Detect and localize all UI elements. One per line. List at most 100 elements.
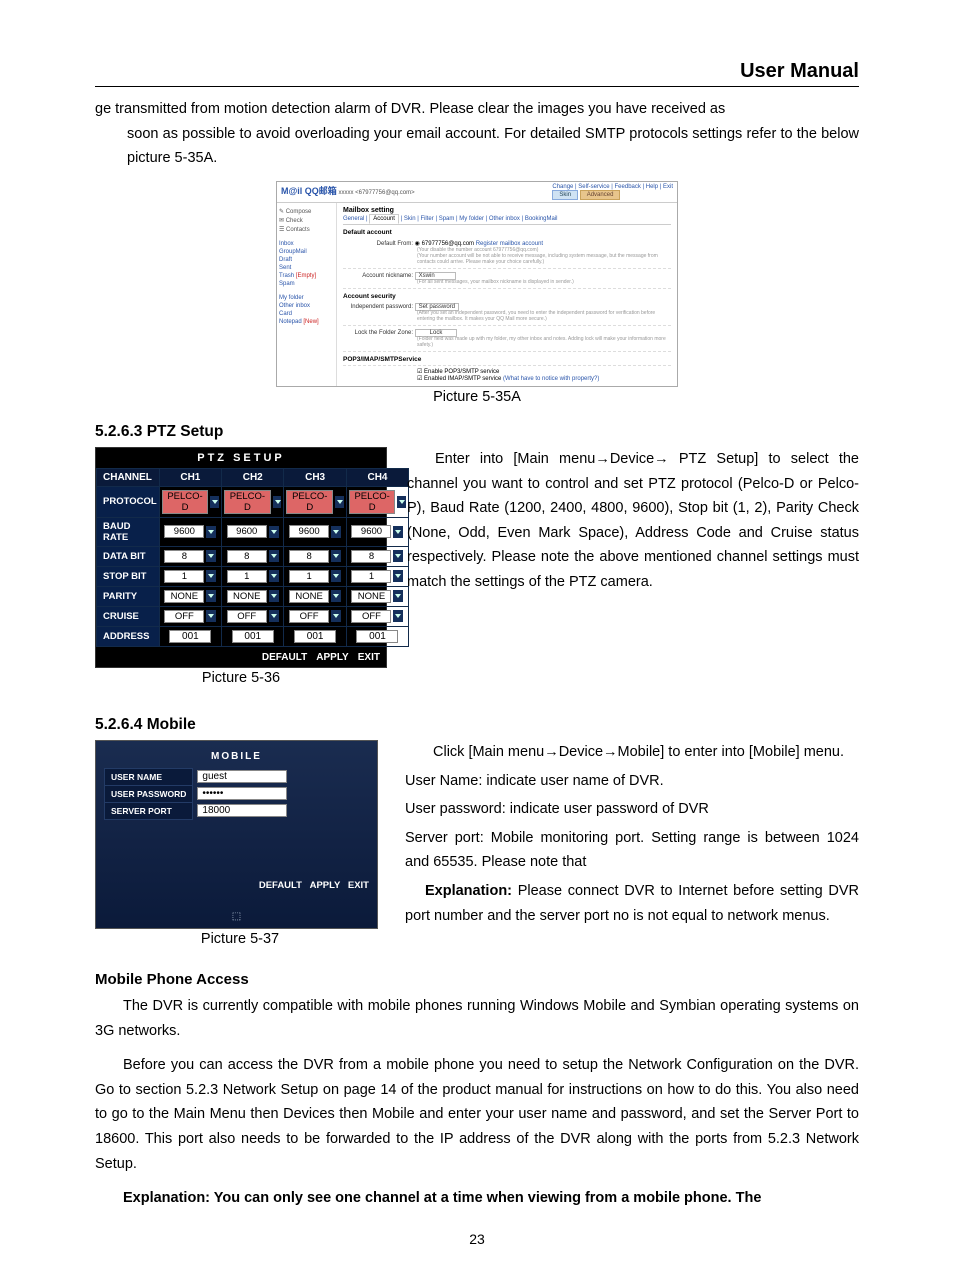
ptz-row-databit: DATA BIT — [97, 546, 160, 566]
check-link[interactable]: Check — [286, 218, 303, 224]
lock-folder-label: Lock the Folder Zone: — [343, 330, 413, 336]
address-ch1[interactable]: 001 — [169, 630, 211, 643]
protocol-ch2[interactable]: PELCO-D — [224, 490, 281, 514]
draft-link[interactable]: Draft — [279, 257, 334, 263]
trash-empty[interactable]: [Empty] — [296, 273, 316, 279]
mob-exit-button[interactable]: EXIT — [348, 880, 369, 891]
notepad-new[interactable]: [New] — [303, 319, 318, 325]
stopbit-ch1[interactable]: 1 — [162, 570, 219, 583]
contacts-link[interactable]: Contacts — [286, 227, 310, 233]
mob-apply-button[interactable]: APPLY — [310, 880, 341, 891]
mailbox-setting-title: Mailbox setting — [343, 207, 671, 214]
databit-ch4[interactable]: 8 — [349, 550, 406, 563]
ptz-row-parity: PARITY — [97, 586, 160, 606]
parity-ch3[interactable]: NONE — [286, 590, 343, 603]
mob-username-field[interactable] — [197, 770, 287, 783]
mob-port-label: SERVER PORT — [105, 802, 193, 819]
ptz-ch2: CH2 — [222, 468, 284, 486]
mob-username-label: USER NAME — [105, 768, 193, 785]
default-account-h: Default account — [343, 229, 671, 236]
address-ch4[interactable]: 001 — [356, 630, 398, 643]
parity-ch1[interactable]: NONE — [162, 590, 219, 603]
ptz-ch1: CH1 — [159, 468, 221, 486]
stopbit-ch4[interactable]: 1 — [349, 570, 406, 583]
mail-user: xxxxx <67977756@qq.com> — [338, 190, 414, 196]
ptz-default-button[interactable]: DEFAULT — [262, 652, 307, 663]
databit-ch1[interactable]: 8 — [162, 550, 219, 563]
access-p3: Explanation: You can only see one channe… — [95, 1186, 859, 1211]
protocol-ch1[interactable]: PELCO-D — [162, 490, 219, 514]
account-security-h: Account security — [343, 293, 671, 300]
intro-line2: soon as possible to avoid overloading yo… — [95, 122, 859, 171]
parity-ch2[interactable]: NONE — [224, 590, 281, 603]
mail-logo: M@il QQ邮箱 — [281, 186, 337, 196]
compose-link[interactable]: Compose — [286, 209, 312, 215]
ptz-body: Enter into [Main menu→Device→ PTZ Setup]… — [407, 447, 859, 595]
cruise-ch4[interactable]: OFF — [349, 610, 406, 623]
mob-default-button[interactable]: DEFAULT — [259, 880, 302, 891]
mobile-explanation: Explanation: Please connect DVR to Inter… — [405, 879, 859, 928]
mob-port-field[interactable] — [197, 804, 287, 817]
pop-help-link[interactable]: (What have to notice with property?) — [503, 376, 599, 382]
parity-ch4[interactable]: NONE — [349, 590, 406, 603]
cruise-ch1[interactable]: OFF — [162, 610, 219, 623]
enable-pop-cb[interactable]: Enable POP3/SMTP service — [424, 369, 499, 375]
access-p2: Before you can access the DVR from a mob… — [95, 1053, 859, 1176]
intro-line1: ge transmitted from motion detection ala… — [95, 97, 859, 122]
baud-ch4[interactable]: 9600 — [349, 525, 406, 538]
protocol-ch4[interactable]: PELCO-D — [349, 490, 406, 514]
inbox-link[interactable]: Inbox — [279, 241, 334, 247]
indep-note: (After you set an independent password, … — [343, 310, 671, 322]
email-settings-screenshot: M@il QQ邮箱 xxxxx <67977756@qq.com> Change… — [276, 181, 678, 387]
mobile-p1: Click [Main menu→Device→Mobile] to enter… — [405, 740, 859, 765]
skin-btn[interactable]: Skin — [552, 190, 578, 200]
protocol-ch3[interactable]: PELCO-D — [286, 490, 343, 514]
mobile-p2: User Name: indicate user name of DVR. — [405, 769, 859, 794]
nickname-label: Account nickname: — [343, 273, 413, 279]
mobile-figure: MOBILE USER NAME USER PASSWORD SERVER PO… — [95, 740, 378, 929]
mob-password-field[interactable] — [197, 787, 287, 800]
lock-note: (Folder field was made up with my folder… — [343, 336, 671, 348]
sent-link[interactable]: Sent — [279, 265, 334, 271]
baud-ch2[interactable]: 9600 — [224, 525, 281, 538]
ptz-row-protocol: PROTOCOL — [97, 486, 160, 517]
spam-link[interactable]: Spam — [279, 281, 334, 287]
default-from-label: Default From: — [343, 241, 413, 247]
advanced-btn[interactable]: Advanced — [580, 190, 621, 200]
ptz-row-channel: CHANNEL — [97, 468, 160, 486]
indep-pass-label: Independent password: — [343, 304, 413, 310]
caption-535a: Picture 5-35A — [95, 389, 859, 405]
trash-link[interactable]: Trash — [279, 273, 294, 279]
ptz-ch3: CH3 — [284, 468, 346, 486]
stopbit-ch3[interactable]: 1 — [286, 570, 343, 583]
stopbit-ch2[interactable]: 1 — [224, 570, 281, 583]
manual-header: User Manual — [95, 60, 859, 87]
access-heading: Mobile Phone Access — [95, 971, 859, 988]
baud-ch1[interactable]: 9600 — [162, 525, 219, 538]
settings-tabs[interactable]: General | Account | Skin | Filter | Spam… — [343, 216, 671, 225]
databit-ch3[interactable]: 8 — [286, 550, 343, 563]
mobile-heading: 5.2.6.4 Mobile — [95, 716, 859, 734]
ptz-exit-button[interactable]: EXIT — [358, 652, 380, 663]
address-ch2[interactable]: 001 — [232, 630, 274, 643]
ptz-row-baud: BAUD RATE — [97, 517, 160, 546]
cruise-ch3[interactable]: OFF — [286, 610, 343, 623]
address-ch3[interactable]: 001 — [294, 630, 336, 643]
mobile-panel-title: MOBILE — [104, 751, 369, 762]
cruise-ch2[interactable]: OFF — [224, 610, 281, 623]
page-number: 23 — [95, 1231, 859, 1247]
caption-536: Picture 5-36 — [95, 670, 387, 686]
acct-note2: (Your number account will be not able to… — [343, 253, 671, 265]
databit-ch2[interactable]: 8 — [224, 550, 281, 563]
enable-imap-cb[interactable]: Enabled IMAP/SMTP service — [424, 376, 501, 382]
ptz-apply-button[interactable]: APPLY — [316, 652, 348, 663]
ptz-setup-figure: PTZ SETUP CHANNEL CH1 CH2 CH3 CH4 PROTOC… — [95, 447, 387, 668]
notepad-link[interactable]: Notepad — [279, 319, 302, 325]
ptz-title: PTZ SETUP — [96, 448, 386, 468]
myfolder-link[interactable]: My folder — [279, 295, 334, 301]
otherinbox-link[interactable]: Other inbox — [279, 303, 334, 309]
card-link[interactable]: Card — [279, 311, 292, 317]
ptz-row-address: ADDRESS — [97, 626, 160, 646]
groupmail-link[interactable]: GroupMail — [279, 249, 334, 255]
baud-ch3[interactable]: 9600 — [286, 525, 343, 538]
